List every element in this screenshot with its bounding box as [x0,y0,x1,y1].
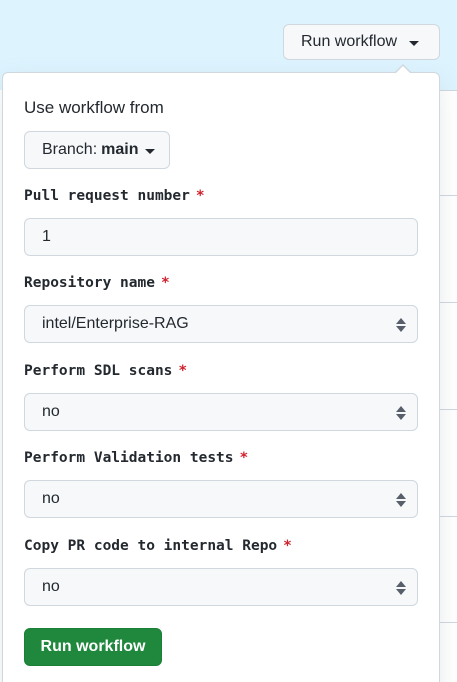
pull-request-number-input[interactable]: 1 [24,218,418,256]
list-divider [440,302,457,303]
perform-sdl-scans-value: no [42,403,60,420]
pull-request-number-value: 1 [42,228,51,245]
field-label-text: Pull request number [24,188,190,204]
select-arrows-icon [396,405,406,421]
pull-request-number-label: Pull request number * [24,188,205,204]
select-arrows-icon [396,317,406,333]
branch-select-button[interactable]: Branch: main [24,131,170,169]
required-marker: * [178,363,188,379]
copy-pr-code-select[interactable]: no [24,568,418,606]
select-arrows-icon [396,492,406,508]
perform-sdl-scans-label: Perform SDL scans * [24,363,187,379]
run-workflow-submit-label: Run workflow [40,638,146,655]
field-label-text: Repository name [24,275,155,291]
branch-prefix: Branch: [42,141,98,158]
run-workflow-dropdown-label: Run workflow [301,33,398,50]
required-marker: * [283,538,292,554]
repository-name-label: Repository name * [24,275,170,291]
field-label-text: Perform Validation tests [24,450,234,466]
perform-sdl-scans-select[interactable]: no [24,393,418,431]
list-divider [440,409,457,410]
popover-heading: Use workflow from [24,98,164,117]
repository-name-select[interactable]: intel/Enterprise-RAG [24,305,418,343]
field-label-text: Copy PR code to internal Repo [24,538,278,554]
copy-pr-code-value: no [42,578,60,595]
workflow-dispatch-page: Run workflow Use workflow from Branch: m… [0,0,457,682]
branch-value: main [101,141,139,158]
popover-arrow-inner [395,66,411,74]
list-divider [440,516,457,517]
chevron-down-icon [409,40,420,46]
list-divider [440,622,457,623]
select-arrows-icon [396,580,406,596]
required-marker: * [239,450,249,466]
repository-name-value: intel/Enterprise-RAG [42,315,189,332]
perform-validation-tests-value: no [42,490,60,507]
required-marker: * [160,275,170,291]
field-label-text: Perform SDL scans [24,363,173,379]
perform-validation-tests-select[interactable]: no [24,480,418,518]
run-workflow-submit-button[interactable]: Run workflow [24,628,162,666]
required-marker: * [195,188,205,204]
list-divider [440,90,457,91]
copy-pr-code-label: Copy PR code to internal Repo * [24,538,292,554]
perform-validation-tests-label: Perform Validation tests * [24,450,248,466]
chevron-down-icon [145,148,156,154]
run-workflow-dropdown-button[interactable]: Run workflow [283,24,440,60]
list-divider [440,195,457,196]
